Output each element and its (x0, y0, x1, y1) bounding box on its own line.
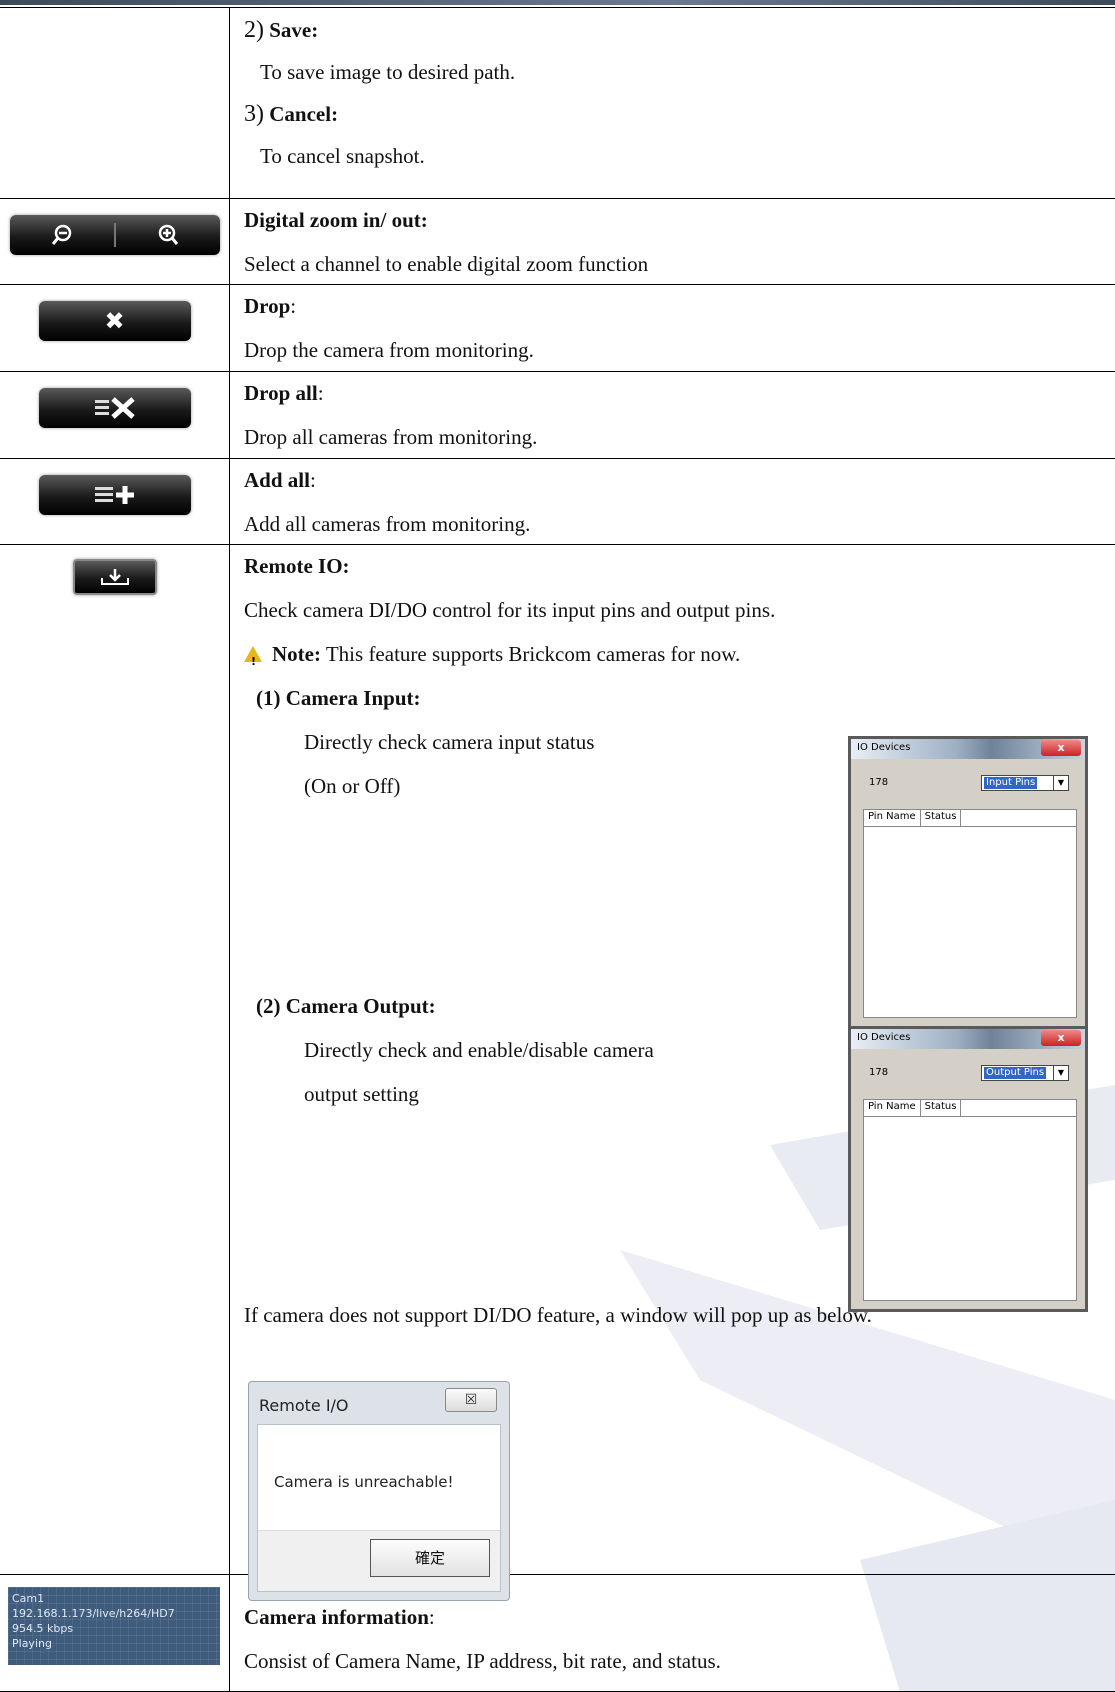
pin-type-select[interactable]: Input Pins ▼ (981, 775, 1069, 791)
add-all-button[interactable] (38, 475, 191, 515)
zoom-in-icon[interactable] (116, 215, 220, 255)
window-title: IO Devices (857, 1032, 911, 1043)
dialog-footer: 確定 (258, 1530, 500, 1591)
tile-line: 192.168.1.173/live/h264/HD7 (12, 1607, 175, 1620)
digital-zoom-button[interactable] (9, 215, 220, 255)
table-row: Digital zoom in/ out: Select a channel t… (0, 198, 1115, 285)
tile-line: Cam1 (12, 1592, 45, 1605)
close-button[interactable]: x (1041, 740, 1081, 756)
text-cell: Digital zoom in/ out: Select a channel t… (229, 198, 1115, 285)
add-all-desc: Add all cameras from monitoring. (244, 512, 531, 536)
zoom-desc: Select a channel to enable digital zoom … (244, 252, 649, 276)
remote-io-button[interactable] (72, 559, 157, 595)
camera-info-desc: Consist of Camera Name, IP address, bit … (244, 1649, 721, 1673)
download-icon (100, 569, 129, 585)
col-pin-name[interactable]: Pin Name (864, 1100, 921, 1116)
col-status[interactable]: Status (921, 810, 962, 826)
cancel-number: 3) (244, 101, 264, 127)
add-all-title: Add all (244, 468, 310, 492)
note-text: This feature supports Brickcom cameras f… (320, 642, 741, 666)
io-devices-window-input: IO Devices x 178 Input Pins ▼ Pin Name Sta… (848, 736, 1088, 1029)
pin-list: Pin Name Status (863, 1099, 1077, 1301)
camera-info-colon: : (428, 1605, 435, 1629)
col-pin-name[interactable]: Pin Name (864, 810, 921, 826)
close-button[interactable]: x (1041, 1030, 1081, 1046)
table-row: Add all: Add all cameras from monitoring… (0, 458, 1115, 545)
icon-cell: Cam1 192.168.1.173/live/h264/HD7 954.5 k… (0, 1574, 230, 1692)
icon-cell (0, 458, 230, 545)
drop-button[interactable]: ✖ (38, 301, 191, 341)
add-all-icon (94, 486, 134, 504)
tile-line: 954.5 kbps (12, 1622, 74, 1635)
icon-cell (0, 544, 230, 1575)
ok-button[interactable]: 確定 (370, 1539, 490, 1577)
text-cell: 2) Save: To save image to desired path. … (229, 7, 1115, 199)
drop-title: Drop (244, 294, 291, 318)
add-all-colon: : (309, 468, 316, 492)
select-value: Input Pins (984, 777, 1038, 789)
icon-cell (0, 7, 230, 199)
table-row: Drop all: Drop all cameras from monitori… (0, 371, 1115, 459)
camera-info-tile: Cam1 192.168.1.173/live/h264/HD7 954.5 k… (8, 1587, 220, 1665)
table-row: ✖ Drop: Drop the camera from monitoring. (0, 284, 1115, 372)
window-title-bar: IO Devices x (851, 1029, 1085, 1049)
camera-info-title: Camera information (244, 1605, 429, 1629)
icon-cell (0, 198, 230, 285)
text-cell: Drop: Drop the camera from monitoring. (229, 284, 1115, 372)
drop-all-colon: : (317, 381, 324, 405)
drop-all-icon (94, 397, 135, 419)
cancel-desc: To cancel snapshot. (260, 144, 425, 168)
save-title: Save: (269, 18, 319, 42)
cancel-title: Cancel: (269, 102, 339, 126)
dialog-message: Camera is unreachable! (274, 1473, 454, 1491)
close-button[interactable]: ☒ (445, 1388, 497, 1412)
window-title: IO Devices (857, 742, 911, 753)
text-cell: Add all: Add all cameras from monitoring… (229, 458, 1115, 545)
remote-io-title: Remote IO: (244, 554, 350, 578)
window-body: 178 Input Pins ▼ Pin Name Status (851, 759, 1085, 1026)
warning-icon (244, 646, 262, 674)
save-desc: To save image to desired path. (260, 60, 516, 84)
text-cell: Drop all: Drop all cameras from monitori… (229, 371, 1115, 459)
dialog-title: Remote I/O (259, 1396, 349, 1415)
drop-all-desc: Drop all cameras from monitoring. (244, 425, 538, 449)
device-number: 178 (869, 777, 889, 788)
icon-cell: ✖ (0, 284, 230, 372)
remote-io-desc: Check camera DI/DO control for its input… (244, 598, 776, 622)
drop-all-button[interactable] (38, 388, 191, 428)
icon-cell (0, 371, 230, 459)
dialog-body: Camera is unreachable! 確定 (257, 1424, 501, 1592)
chevron-down-icon[interactable]: ▼ (1053, 1066, 1068, 1080)
zoom-title: Digital zoom in/ out: (244, 208, 428, 232)
chevron-down-icon[interactable]: ▼ (1053, 776, 1068, 790)
remote-io-dialog: Remote I/O ☒ Camera is unreachable! 確定 (248, 1381, 510, 1601)
camera-input-title: (1) Camera Input: (256, 686, 421, 710)
io-devices-window-output: IO Devices x 178 Output Pins ▼ Pin Name St… (848, 1026, 1088, 1312)
table-row: 2) Save: To save image to desired path. … (0, 7, 1115, 199)
close-icon: ✖ (104, 307, 125, 335)
pin-list: Pin Name Status (863, 809, 1077, 1018)
save-number: 2) (244, 17, 264, 43)
col-status[interactable]: Status (921, 1100, 962, 1116)
window-title-bar: IO Devices x (851, 739, 1085, 759)
select-value: Output Pins (984, 1067, 1047, 1079)
pin-type-select[interactable]: Output Pins ▼ (981, 1065, 1069, 1081)
note-label: Note: (272, 642, 321, 666)
drop-colon: : (290, 294, 297, 318)
table-row: Cam1 192.168.1.173/live/h264/HD7 954.5 k… (0, 1574, 1115, 1692)
device-number: 178 (869, 1067, 889, 1078)
drop-desc: Drop the camera from monitoring. (244, 338, 534, 362)
tile-line: Playing (12, 1637, 52, 1650)
zoom-out-icon[interactable] (10, 215, 114, 255)
drop-all-title: Drop all (244, 381, 318, 405)
window-body: 178 Output Pins ▼ Pin Name Status (851, 1049, 1085, 1309)
